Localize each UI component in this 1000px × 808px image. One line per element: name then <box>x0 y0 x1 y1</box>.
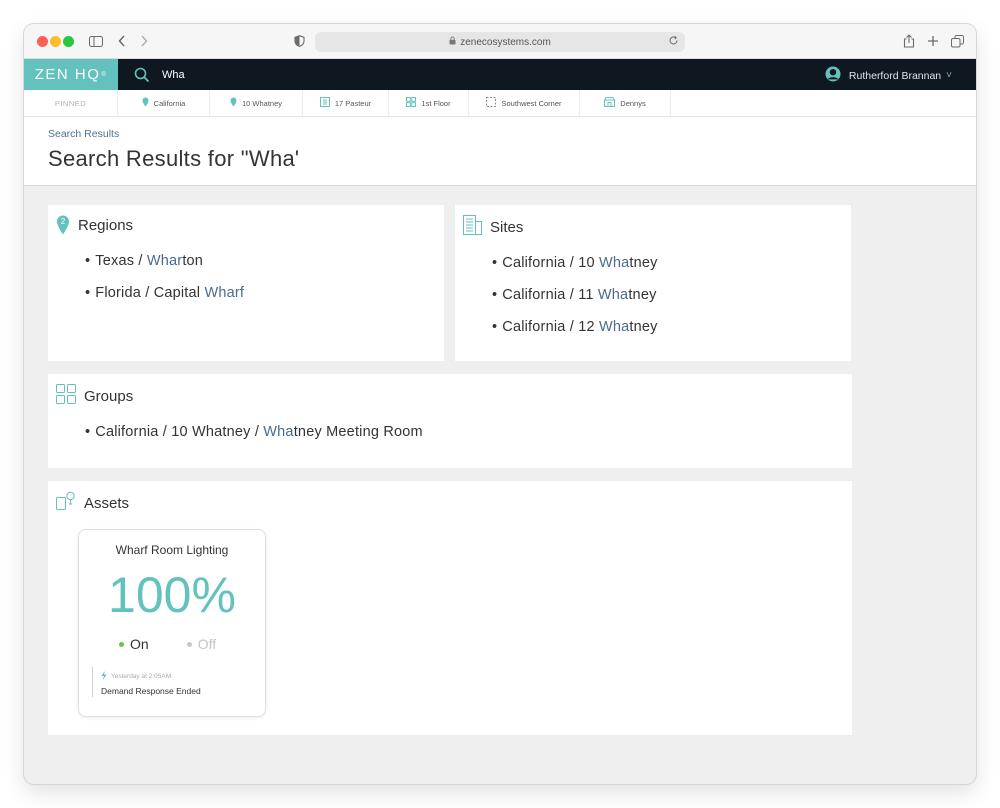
building-icon <box>319 97 330 109</box>
url-text: zenecosystems.com <box>460 36 551 48</box>
sites-list: • California / 10 Whatney • California / 1… <box>492 253 658 349</box>
address-bar[interactable]: zenecosystems.com <box>315 32 685 52</box>
pinned-item-10-whatney[interactable]: 10 Whatney <box>210 90 303 116</box>
list-item[interactable]: • California / 10 Whatney <box>492 253 658 285</box>
list-item[interactable]: • Florida / Capital Wharf <box>85 283 244 315</box>
pinned-item-17-pasteur[interactable]: 17 Pasteur <box>303 90 389 116</box>
page-header: Search Results Search Results for "Wha" <box>24 117 976 186</box>
on-label: On <box>130 636 149 652</box>
privacy-shield-icon[interactable] <box>292 32 306 50</box>
user-name: Rutherford Brannan <box>848 69 942 82</box>
groups-title: Groups <box>84 387 134 405</box>
tab-overview-icon[interactable] <box>950 32 964 50</box>
map-pin-icon <box>230 97 237 109</box>
logo-text: ZEN HQ <box>34 66 101 83</box>
store-icon <box>604 97 616 109</box>
pinned-item-label: Southwest Corner <box>501 98 562 108</box>
asset-level: 100% <box>108 567 236 623</box>
app-header: ZEN HQ® Rutherford Brannan ˅ <box>24 59 976 90</box>
close-window-button[interactable] <box>37 36 48 47</box>
regions-title: Regions <box>78 216 134 234</box>
grid-icon <box>56 384 76 408</box>
lock-icon <box>449 36 456 48</box>
pinned-item-label: 10 Whatney <box>241 98 283 108</box>
region-pin-icon: 2 <box>56 215 70 235</box>
pinned-bar: PINNED California 10 Whatney 17 Pasteur … <box>24 90 976 117</box>
asset-name: Wharf Room Lighting <box>115 543 229 557</box>
asset-bulb-icon <box>56 491 76 515</box>
region-count-badge: 2 <box>60 217 66 226</box>
off-label: Off <box>197 636 217 652</box>
sites-title: Sites <box>490 218 524 236</box>
sites-card: Sites • California / 10 Whatney • Californ… <box>455 205 851 361</box>
chevron-down-icon: ˅ <box>946 70 952 81</box>
regions-card: 2 Regions • Texas / Wharton • Florida / Ca… <box>48 205 444 361</box>
share-icon[interactable] <box>902 32 916 50</box>
asset-tile[interactable]: Wharf Room Lighting 100% On Off Yesterda… <box>78 529 266 717</box>
list-item[interactable]: • Texas / Wharton <box>85 251 244 283</box>
list-item[interactable]: • California / 10 Whatney / Whatney Meeti… <box>85 422 423 454</box>
event-timestamp: Yesterday at 2:05AM <box>101 671 252 682</box>
on-option[interactable]: On <box>119 636 149 652</box>
pinned-item-label: Dennys <box>620 98 646 108</box>
breadcrumb[interactable]: Search Results <box>48 128 119 140</box>
back-icon[interactable] <box>116 32 128 50</box>
dashed-square-icon <box>486 97 497 109</box>
power-toggle: On Off <box>119 636 216 652</box>
reload-icon[interactable] <box>668 35 679 49</box>
sites-header: Sites <box>463 215 523 239</box>
browser-toolbar: zenecosystems.com <box>24 24 976 59</box>
page-title: Search Results for "Wha" <box>48 146 298 171</box>
regions-header: 2 Regions <box>56 215 133 235</box>
off-option[interactable]: Off <box>186 636 217 652</box>
pinned-item-california[interactable]: California <box>118 90 210 116</box>
event-description: Demand Response Ended <box>101 686 201 696</box>
pinned-label: PINNED <box>24 90 118 116</box>
forward-icon[interactable] <box>138 32 150 50</box>
minimize-window-button[interactable] <box>50 36 61 47</box>
map-pin-icon <box>142 97 149 109</box>
last-event: Yesterday at 2:05AM Demand Response Ende… <box>92 667 252 697</box>
on-status-dot <box>119 641 124 647</box>
list-item[interactable]: • California / 11 Whatney <box>492 285 658 317</box>
pinned-item-label: 17 Pasteur <box>334 98 372 108</box>
logo-registered-mark: ® <box>101 71 108 78</box>
user-menu[interactable]: Rutherford Brannan ˅ <box>825 66 952 85</box>
pinned-item-label: 1st Floor <box>421 98 451 108</box>
pinned-item-southwest-corner[interactable]: Southwest Corner <box>469 90 580 116</box>
lightning-icon <box>101 671 107 682</box>
list-item[interactable]: • California / 12 Whatney <box>492 317 658 349</box>
assets-header: Assets <box>56 491 129 515</box>
match-highlight: Wha <box>598 319 630 335</box>
new-tab-icon[interactable] <box>926 32 940 50</box>
groups-card: Groups • California / 10 Whatney / Whatne… <box>48 374 852 468</box>
regions-list: • Texas / Wharton • Florida / Capital Whar… <box>85 251 244 315</box>
search-icon[interactable] <box>134 67 150 88</box>
pinned-item-dennys[interactable]: Dennys <box>580 90 671 116</box>
search-input[interactable] <box>162 65 462 85</box>
assets-title: Assets <box>84 494 130 512</box>
off-status-dot <box>186 641 192 647</box>
match-highlight: Whar <box>146 253 183 269</box>
match-highlight: Wha <box>597 287 629 303</box>
browser-window: zenecosystems.com ZEN HQ® Rutherford B <box>24 24 976 784</box>
match-highlight: Wha <box>598 255 630 271</box>
building-icon <box>463 215 482 239</box>
zen-hq-logo[interactable]: ZEN HQ ® <box>24 59 118 90</box>
sidebar-toggle-icon[interactable] <box>88 32 104 50</box>
avatar-icon <box>825 66 841 85</box>
assets-card: Assets Wharf Room Lighting 100% On Off Y… <box>48 481 852 735</box>
grid-icon <box>406 97 417 109</box>
groups-list: • California / 10 Whatney / Whatney Meeti… <box>85 422 423 454</box>
pinned-item-label: California <box>153 98 186 108</box>
pinned-item-1st-floor[interactable]: 1st Floor <box>389 90 469 116</box>
match-highlight: Wha <box>263 424 294 440</box>
match-highlight: Wharf <box>204 285 245 301</box>
groups-header: Groups <box>56 384 133 408</box>
maximize-window-button[interactable] <box>63 36 74 47</box>
